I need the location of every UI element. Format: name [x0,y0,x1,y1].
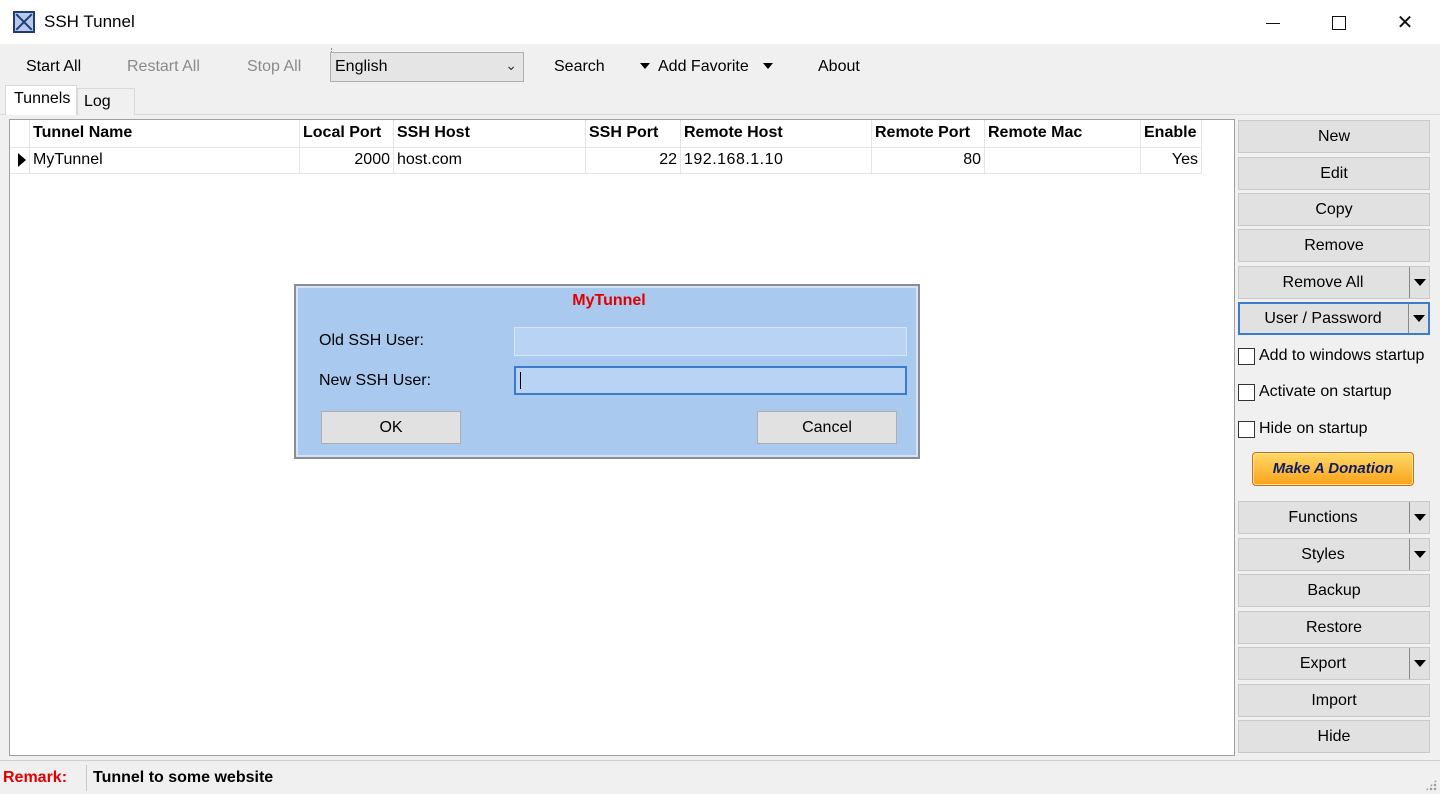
functions-button[interactable]: Functions [1238,501,1430,534]
restart-all-button[interactable]: Restart All [127,58,200,76]
add-favorite-label: Add Favorite [658,58,749,75]
ok-button[interactable]: OK [321,411,461,444]
cell-remote-mac[interactable] [984,147,1141,174]
restore-button[interactable]: Restore [1238,611,1430,644]
dropdown-arrow-icon [640,62,650,69]
remove-all-label: Remove All [1282,274,1364,291]
tab-log[interactable]: Log [77,88,135,116]
export-button[interactable]: Export [1238,647,1430,680]
dialog-title: MyTunnel [572,292,646,309]
windows-startup-label: Add to windows startup [1259,347,1425,364]
new-user-field[interactable] [514,366,907,395]
maximize-icon [1332,15,1346,30]
user-password-label: User / Password [1264,310,1382,327]
hide-startup-label: Hide on startup [1259,420,1368,437]
copy-button[interactable]: Copy [1238,193,1430,226]
column-header[interactable]: Local Port [299,120,394,148]
checkbox-icon [1238,347,1255,365]
close-button[interactable]: ✕ [1372,0,1438,45]
change-user-dialog: MyTunnel Old SSH User: New SSH User: OK … [294,284,920,459]
table-header-row: Tunnel Name Local Port SSH Host SSH Port… [10,120,1202,148]
app-icon [13,11,35,33]
windows-startup-checkbox[interactable]: Add to windows startup [1238,345,1424,367]
dropdown-arrow-icon[interactable] [1409,267,1429,298]
about-button[interactable]: About [818,58,860,76]
activate-startup-checkbox[interactable]: Activate on startup [1238,381,1392,403]
column-header[interactable]: Remote Host [680,120,872,148]
user-password-button[interactable]: User / Password [1238,302,1430,335]
activate-startup-label: Activate on startup [1259,383,1392,400]
cell-ssh-host[interactable]: host.com [393,147,586,174]
remark-label: Remark: [3,769,68,786]
column-header[interactable]: Remote Mac [984,120,1141,148]
status-bar: Remark: Tunnel to some website [0,760,1440,794]
column-header[interactable]: Tunnel Name [29,120,300,148]
resize-grip-icon[interactable] [1425,779,1437,791]
remove-all-button[interactable]: Remove All [1238,266,1430,299]
cell-remote-host[interactable]: 192.168.1.10 [680,147,872,174]
remark-value: Tunnel to some website [93,769,274,786]
styles-button[interactable]: Styles [1238,538,1430,571]
new-user-label: New SSH User: [319,372,432,389]
cancel-button[interactable]: Cancel [757,411,897,444]
import-button[interactable]: Import [1238,684,1430,717]
column-header[interactable]: SSH Port [585,120,681,148]
column-header[interactable]: SSH Host [393,120,586,148]
title-bar: SSH Tunnel ✕ [0,0,1440,45]
table-row[interactable]: MyTunnel 2000 host.com 22 192.168.1.10 8… [10,147,1202,174]
export-label: Export [1299,655,1347,672]
cell-tunnel-name[interactable]: MyTunnel [29,147,300,174]
toolbar: Start All Restart All Stop All Search Ad… [0,45,1440,87]
cell-local-port[interactable]: 2000 [299,147,394,174]
row-header-corner [10,120,30,148]
edit-button[interactable]: Edit [1238,157,1430,190]
text-caret [520,372,521,389]
minimize-button[interactable] [1240,0,1306,45]
checkbox-icon [1238,420,1255,438]
stop-all-button[interactable]: Stop All [247,58,301,76]
dropdown-arrow-icon [762,62,773,69]
search-button[interactable]: Search [554,58,605,76]
add-favorite-dropdown[interactable]: Add Favorite [640,58,773,76]
cell-ssh-port[interactable]: 22 [585,147,681,174]
language-select[interactable]: English ⌄ [330,52,524,82]
language-select-value: English [335,58,388,75]
functions-label: Functions [1288,509,1358,526]
dropdown-arrow-icon[interactable] [1408,304,1428,333]
close-icon: ✕ [1396,12,1414,34]
tab-strip: Tunnels Log [0,85,1440,116]
hide-startup-checkbox[interactable]: Hide on startup [1238,418,1368,440]
dropdown-arrow-icon[interactable] [1409,648,1429,679]
window-title: SSH Tunnel [44,12,135,31]
column-header[interactable]: Remote Port [871,120,985,148]
styles-label: Styles [1301,546,1345,563]
old-user-field[interactable] [514,327,907,356]
status-divider [86,765,87,791]
backup-button[interactable]: Backup [1238,574,1430,607]
column-header[interactable]: Enable [1140,120,1202,148]
row-pointer [10,147,30,174]
start-all-button[interactable]: Start All [26,58,81,76]
hide-button[interactable]: Hide [1238,720,1430,753]
old-user-label: Old SSH User: [319,332,424,349]
dropdown-arrow-icon[interactable] [1409,539,1429,570]
donation-button[interactable]: Make A Donation [1252,452,1414,486]
tab-tunnels[interactable]: Tunnels [5,85,77,115]
current-row-arrow-icon [18,152,26,167]
tunnels-table: Tunnel Name Local Port SSH Host SSH Port… [10,120,1202,174]
dropdown-arrow-icon[interactable] [1409,502,1429,533]
remove-button[interactable]: Remove [1238,229,1430,262]
new-button[interactable]: New [1238,120,1430,153]
checkbox-icon [1238,383,1255,401]
minimize-icon [1266,23,1280,24]
chevron-down-icon: ⌄ [505,57,517,73]
maximize-button[interactable] [1306,0,1372,45]
cell-remote-port[interactable]: 80 [871,147,985,174]
cell-enable[interactable]: Yes [1140,147,1202,174]
